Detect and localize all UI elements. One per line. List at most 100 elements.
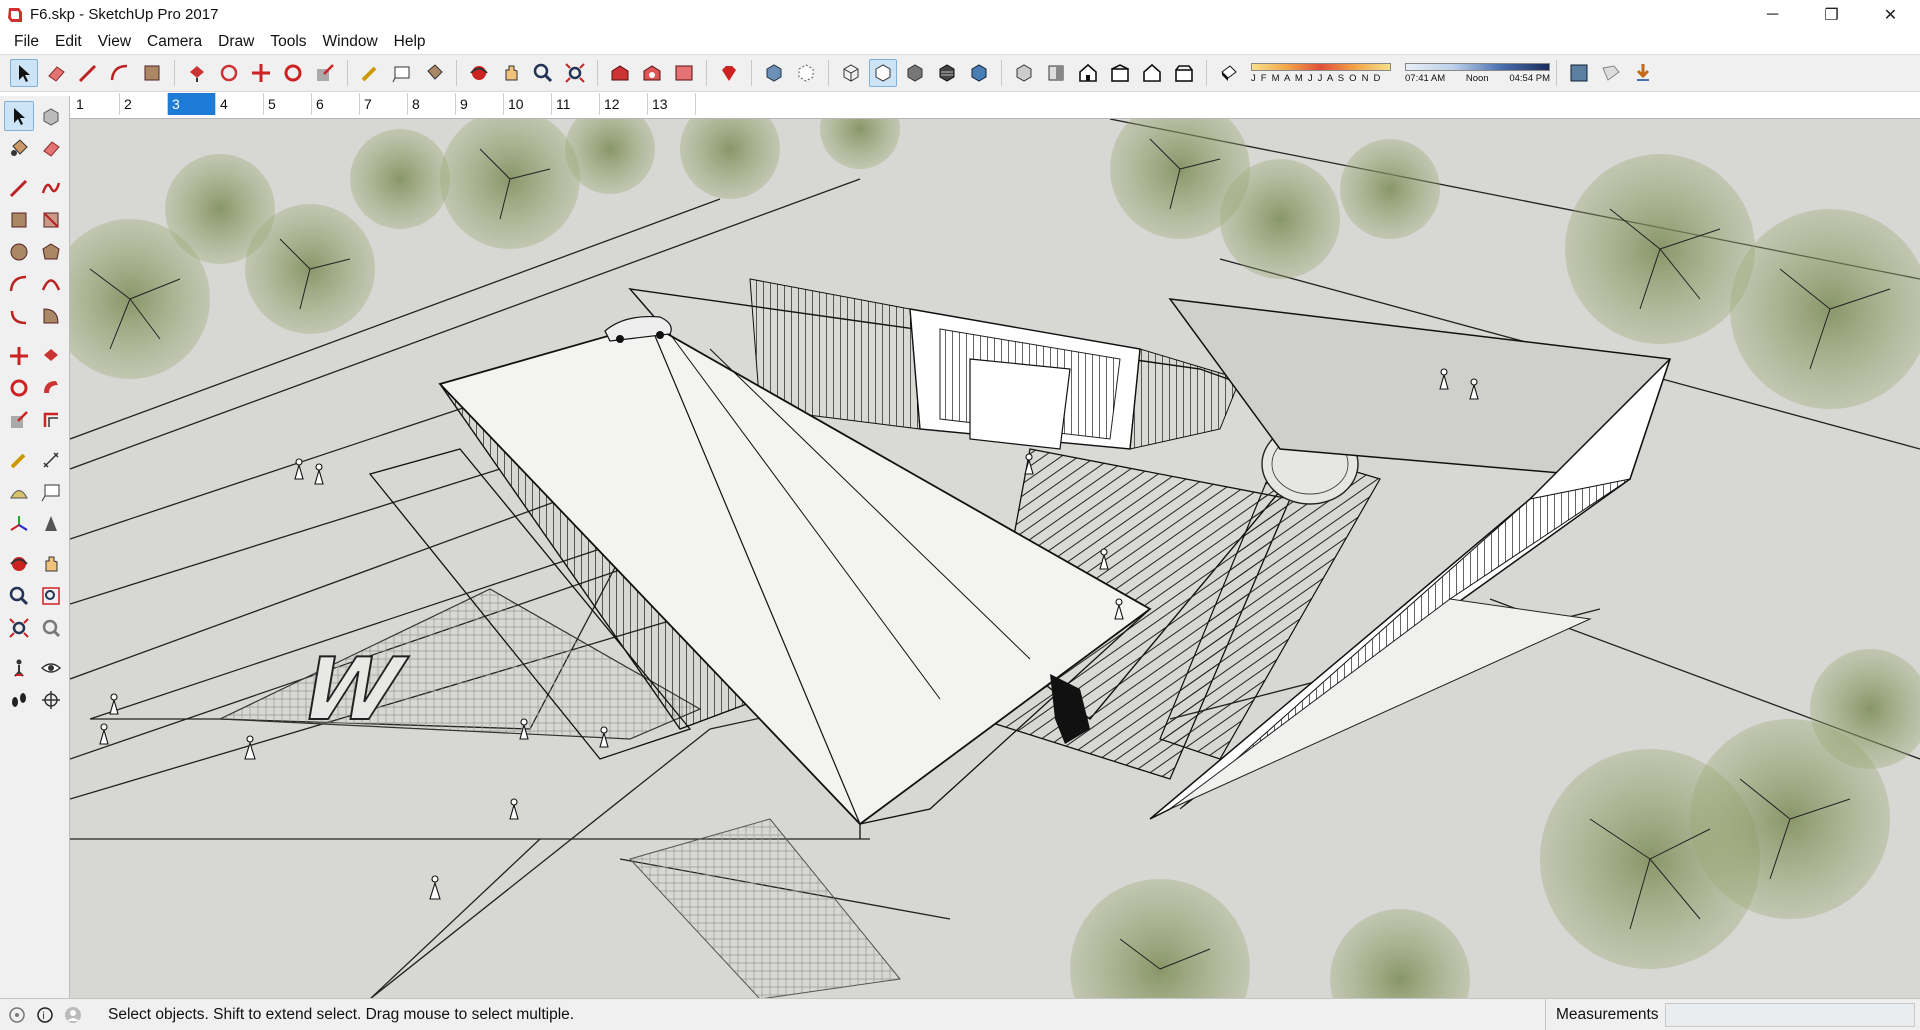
tab-scene-9[interactable]: 9 [456,93,504,115]
hidden-line-icon[interactable] [869,59,897,87]
line-icon[interactable] [4,173,34,203]
line-icon[interactable] [74,59,102,87]
xray-icon[interactable] [760,59,788,87]
close-button[interactable]: ✕ [1861,0,1920,29]
select-icon[interactable] [10,59,38,87]
text-icon[interactable] [388,59,416,87]
model-viewport[interactable]: W [70,118,1920,998]
pan-icon[interactable] [497,59,525,87]
orbit-icon[interactable] [465,59,493,87]
3-point-arc-icon[interactable] [4,301,34,331]
offset-icon[interactable] [36,405,66,435]
follow-me-icon[interactable] [36,373,66,403]
circle-icon[interactable] [4,237,34,267]
menu-help[interactable]: Help [386,29,434,54]
shape-icon[interactable] [138,59,166,87]
scale-icon[interactable] [4,405,34,435]
eraser-icon[interactable] [42,59,70,87]
right-view-icon[interactable] [1106,59,1134,87]
previous-view-icon[interactable] [36,613,66,643]
section-plane-icon[interactable] [1565,59,1593,87]
tab-scene-6[interactable]: 6 [312,93,360,115]
rotated-rectangle-icon[interactable] [36,205,66,235]
geo-location-icon[interactable] [6,1004,28,1026]
tab-scene-4[interactable]: 4 [216,93,264,115]
tape-measure-icon[interactable] [356,59,384,87]
tab-scene-13[interactable]: 13 [648,93,696,115]
axes-icon[interactable] [4,509,34,539]
select-icon[interactable] [4,101,34,131]
month-slider[interactable] [1251,62,1391,71]
make-component-icon[interactable] [36,101,66,131]
wireframe-icon[interactable] [837,59,865,87]
credits-icon[interactable]: i [34,1004,56,1026]
add-location-icon[interactable] [1629,59,1657,87]
back-edges-icon[interactable] [792,59,820,87]
tab-scene-8[interactable]: 8 [408,93,456,115]
rectangle-icon[interactable] [4,205,34,235]
tab-scene-12[interactable]: 12 [600,93,648,115]
model-drawing[interactable]: W [70,119,1920,998]
monochrome-icon[interactable] [965,59,993,87]
orbit-icon[interactable] [4,549,34,579]
section-plane-icon[interactable] [36,685,66,715]
polygon-icon[interactable] [36,237,66,267]
tape-measure-icon[interactable] [4,445,34,475]
paint-bucket-icon[interactable] [420,59,448,87]
tab-scene-3[interactable]: 3 [168,93,216,115]
move-icon[interactable] [247,59,275,87]
iso-view-icon[interactable] [1010,59,1038,87]
push-pull-icon[interactable] [36,341,66,371]
menu-window[interactable]: Window [315,29,386,54]
measurements-input[interactable] [1665,1003,1915,1027]
look-around-icon[interactable] [36,653,66,683]
2-point-arc-icon[interactable] [36,269,66,299]
menu-file[interactable]: File [6,29,47,54]
layout-icon[interactable] [670,59,698,87]
zoom-icon[interactable] [529,59,557,87]
menu-edit[interactable]: Edit [47,29,90,54]
display-section-icon[interactable] [1597,59,1625,87]
minimize-button[interactable]: ─ [1743,0,1802,29]
rotate-icon[interactable] [279,59,307,87]
ruby-icon[interactable] [715,59,743,87]
menu-view[interactable]: View [90,29,139,54]
maximize-button[interactable]: ❐ [1802,0,1861,29]
move-icon[interactable] [4,341,34,371]
zoom-icon[interactable] [4,581,34,611]
front-view-icon[interactable] [1074,59,1102,87]
tab-scene-11[interactable]: 11 [552,93,600,115]
tab-scene-5[interactable]: 5 [264,93,312,115]
walk-icon[interactable] [4,685,34,715]
top-view-icon[interactable] [1042,59,1070,87]
rotate-icon[interactable] [4,373,34,403]
tab-scene-7[interactable]: 7 [360,93,408,115]
warehouse-icon[interactable] [606,59,634,87]
scale-icon[interactable] [311,59,339,87]
extension-warehouse-icon[interactable] [638,59,666,87]
freehand-icon[interactable] [36,173,66,203]
eraser-icon[interactable] [36,133,66,163]
pan-icon[interactable] [36,549,66,579]
zoom-window-icon[interactable] [36,581,66,611]
position-camera-icon[interactable] [4,653,34,683]
tab-scene-2[interactable]: 2 [120,93,168,115]
menu-camera[interactable]: Camera [139,29,210,54]
offset-icon[interactable] [215,59,243,87]
arc-icon[interactable] [4,269,34,299]
pie-icon[interactable] [36,301,66,331]
zoom-extents-icon[interactable] [4,613,34,643]
dimension-icon[interactable] [36,445,66,475]
back-view-icon[interactable] [1138,59,1166,87]
text-icon[interactable] [36,477,66,507]
menu-tools[interactable]: Tools [262,29,314,54]
user-account-icon[interactable] [62,1004,84,1026]
shadows-toggle-icon[interactable] [1215,59,1243,87]
tab-scene-1[interactable]: 1 [72,93,120,115]
arc-icon[interactable] [106,59,134,87]
shaded-icon[interactable] [901,59,929,87]
time-slider[interactable] [1405,62,1550,71]
shaded-textures-icon[interactable] [933,59,961,87]
tab-scene-10[interactable]: 10 [504,93,552,115]
protractor-icon[interactable] [4,477,34,507]
